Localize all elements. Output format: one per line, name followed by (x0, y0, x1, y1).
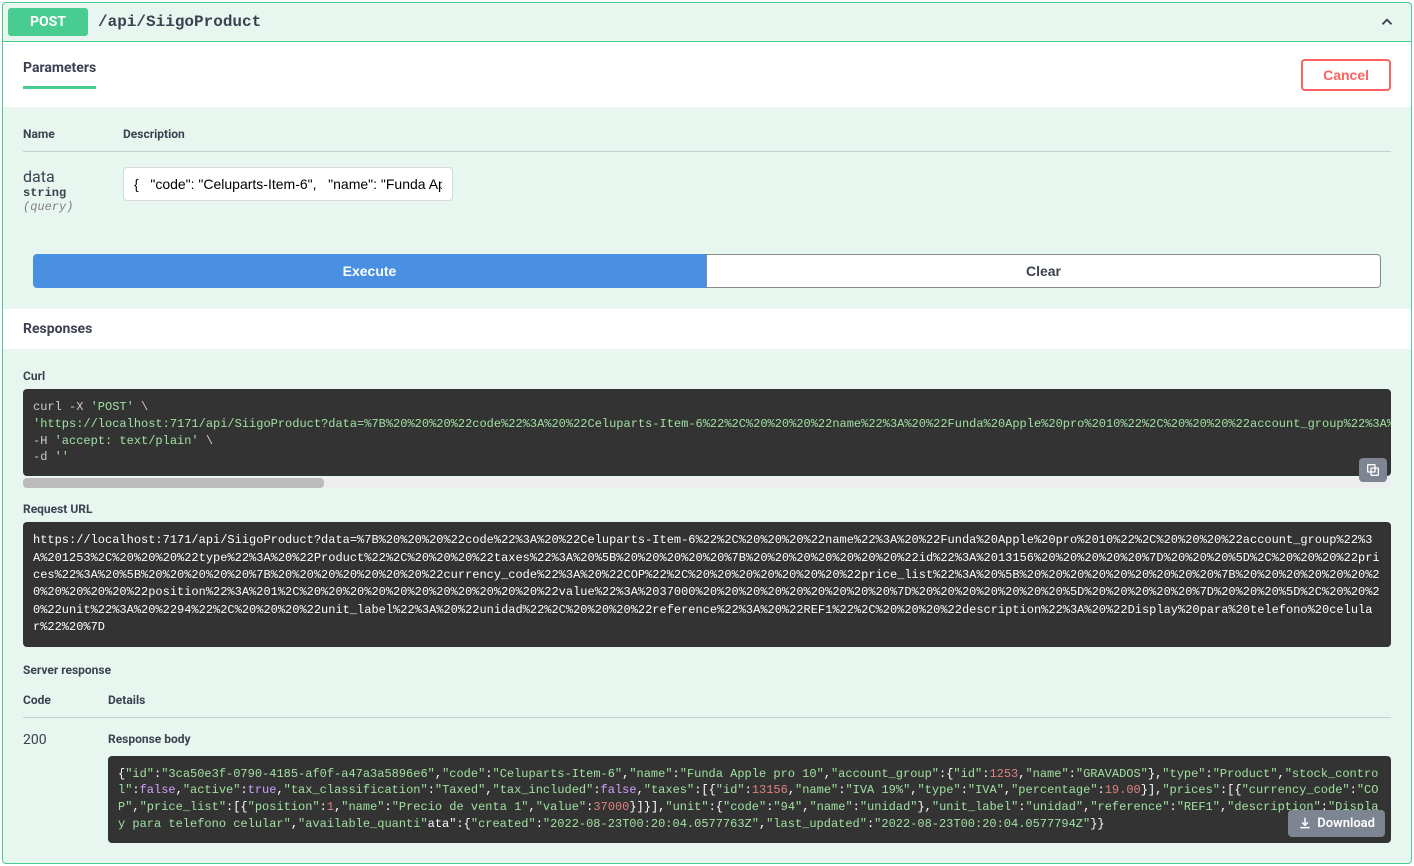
curl-code-block: curl -X 'POST' \ 'https://localhost:7171… (23, 389, 1391, 476)
copy-icon[interactable] (1359, 458, 1387, 482)
execute-button[interactable]: Execute (33, 254, 706, 288)
param-type: string (23, 186, 123, 200)
parameters-tab[interactable]: Parameters (23, 60, 96, 89)
operation-block: POST /api/SiigoProduct Parameters Cancel… (2, 2, 1412, 864)
parameters-table: Name Description data string (query) (3, 107, 1411, 234)
param-name: data (23, 167, 123, 186)
details-column-header: Details (108, 693, 1391, 707)
response-code: 200 (23, 732, 108, 843)
request-url-block: https://localhost:7171/api/SiigoProduct?… (23, 522, 1391, 646)
response-body-label: Response body (108, 732, 1391, 746)
response-body-block: {"id":"3ca50e3f-0790-4185-af0f-a47a3a589… (108, 756, 1391, 843)
request-url-label: Request URL (23, 502, 1391, 516)
column-description-header: Description (123, 127, 1391, 141)
horizontal-scrollbar[interactable] (23, 478, 1391, 488)
server-response-label: Server response (23, 663, 1391, 677)
download-icon (1298, 816, 1312, 830)
code-column-header: Code (23, 693, 108, 707)
parameter-row: data string (query) (23, 152, 1391, 214)
cancel-button[interactable]: Cancel (1301, 59, 1391, 91)
chevron-up-icon[interactable] (1378, 13, 1396, 31)
operation-header[interactable]: POST /api/SiigoProduct (3, 3, 1411, 42)
param-value-input[interactable] (123, 167, 453, 201)
endpoint-path: /api/SiigoProduct (98, 13, 1378, 31)
curl-label: Curl (23, 369, 1391, 383)
responses-header: Responses (3, 308, 1411, 349)
method-badge: POST (8, 8, 88, 36)
download-button[interactable]: Download (1288, 810, 1385, 837)
parameters-header: Parameters Cancel (3, 42, 1411, 107)
clear-button[interactable]: Clear (706, 254, 1381, 288)
column-name-header: Name (23, 127, 123, 141)
param-in: (query) (23, 200, 123, 214)
